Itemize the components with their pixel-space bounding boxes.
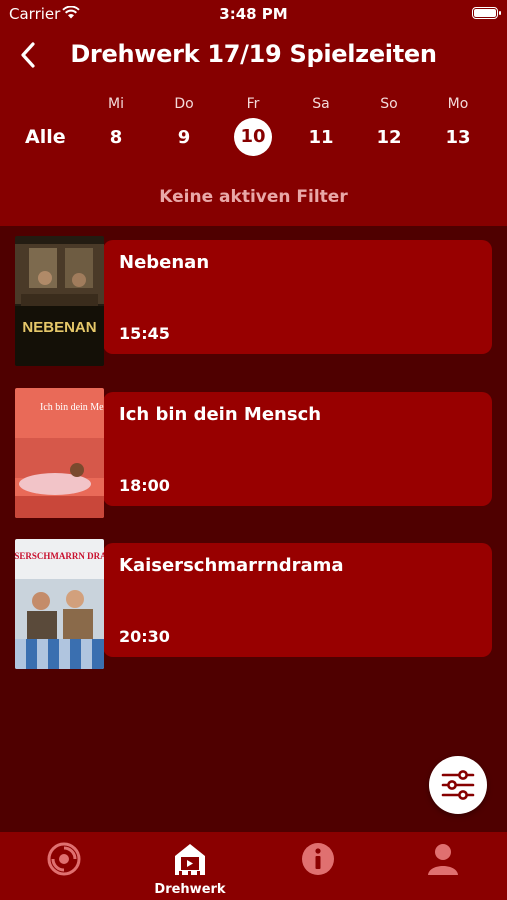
poster-title-text: Ich bin dein Mensch [40, 402, 104, 413]
movie-time: 18:00 [119, 476, 170, 495]
page-title: Drehwerk 17/19 Spielzeiten [70, 40, 437, 68]
status-bar: Carrier 3:48 PM [0, 0, 507, 30]
tab-info[interactable] [278, 840, 358, 882]
cinema-house-icon [175, 844, 205, 875]
tab-drehwerk[interactable]: Drehwerk [150, 840, 230, 897]
poster-image: Ich bin dein Mensch [15, 388, 104, 518]
info-icon [302, 843, 334, 875]
day-number: 9 [177, 127, 191, 148]
filter-status-text: Keine aktiven Filter [159, 187, 348, 207]
tab-bar: Drehwerk [0, 832, 507, 900]
day-name: So [380, 96, 398, 112]
tab-profile[interactable] [403, 840, 483, 882]
movie-card[interactable]: KAISERSCHMARRN DRAMA Kaiserschmarrndrama… [15, 539, 492, 669]
movie-card[interactable]: Ich bin dein Mensch Ich bin dein Mensch … [15, 388, 492, 518]
movie-poster: NEBENAN [15, 236, 104, 366]
day-button-13[interactable]: Mo 13 [438, 96, 478, 156]
tab-label: Drehwerk [154, 882, 226, 897]
poster-image: KAISERSCHMARRN DRAMA [15, 539, 104, 669]
movie-title: Nebenan [119, 252, 210, 273]
status-time: 3:48 PM [219, 5, 288, 23]
day-selector: Alle Mi 8 Do 9 Fr 10 Sa 11 So 12 Mo 13 [0, 96, 507, 166]
day-all-button[interactable]: Alle [25, 126, 66, 148]
movie-poster: KAISERSCHMARRN DRAMA [15, 539, 104, 669]
filter-button[interactable] [429, 756, 487, 814]
day-number: 8 [109, 127, 123, 148]
tab-home[interactable] [24, 840, 104, 882]
day-name: Mi [108, 96, 124, 112]
movie-title: Kaiserschmarrndrama [119, 555, 344, 576]
poster-title-text: NEBENAN [22, 319, 96, 336]
poster-image: NEBENAN [15, 236, 104, 366]
day-number-selected: 10 [234, 118, 272, 156]
day-button-11[interactable]: Sa 11 [301, 96, 341, 156]
movie-time: 15:45 [119, 324, 170, 343]
movie-title: Ich bin dein Mensch [119, 404, 322, 425]
profile-icon [428, 844, 458, 875]
poster-title-text: KAISERSCHMARRN DRAMA [15, 551, 104, 561]
battery-icon [472, 7, 501, 19]
day-name: Do [174, 96, 194, 112]
sliders-icon [441, 770, 475, 800]
movie-poster: Ich bin dein Mensch [15, 388, 104, 518]
day-button-12[interactable]: So 12 [369, 96, 409, 156]
day-number: 13 [445, 127, 471, 148]
day-button-9[interactable]: Do 9 [164, 96, 204, 156]
day-number: 11 [308, 127, 334, 148]
day-name: Sa [312, 96, 330, 112]
day-number: 12 [376, 127, 402, 148]
day-name: Mo [447, 96, 469, 112]
movie-time: 20:30 [119, 627, 170, 646]
day-name: Fr [246, 96, 260, 112]
day-button-8[interactable]: Mi 8 [96, 96, 136, 156]
spiral-logo-icon [47, 842, 81, 876]
movie-card[interactable]: NEBENAN Nebenan 15:45 [15, 236, 492, 366]
day-button-10[interactable]: Fr 10 [233, 96, 273, 156]
